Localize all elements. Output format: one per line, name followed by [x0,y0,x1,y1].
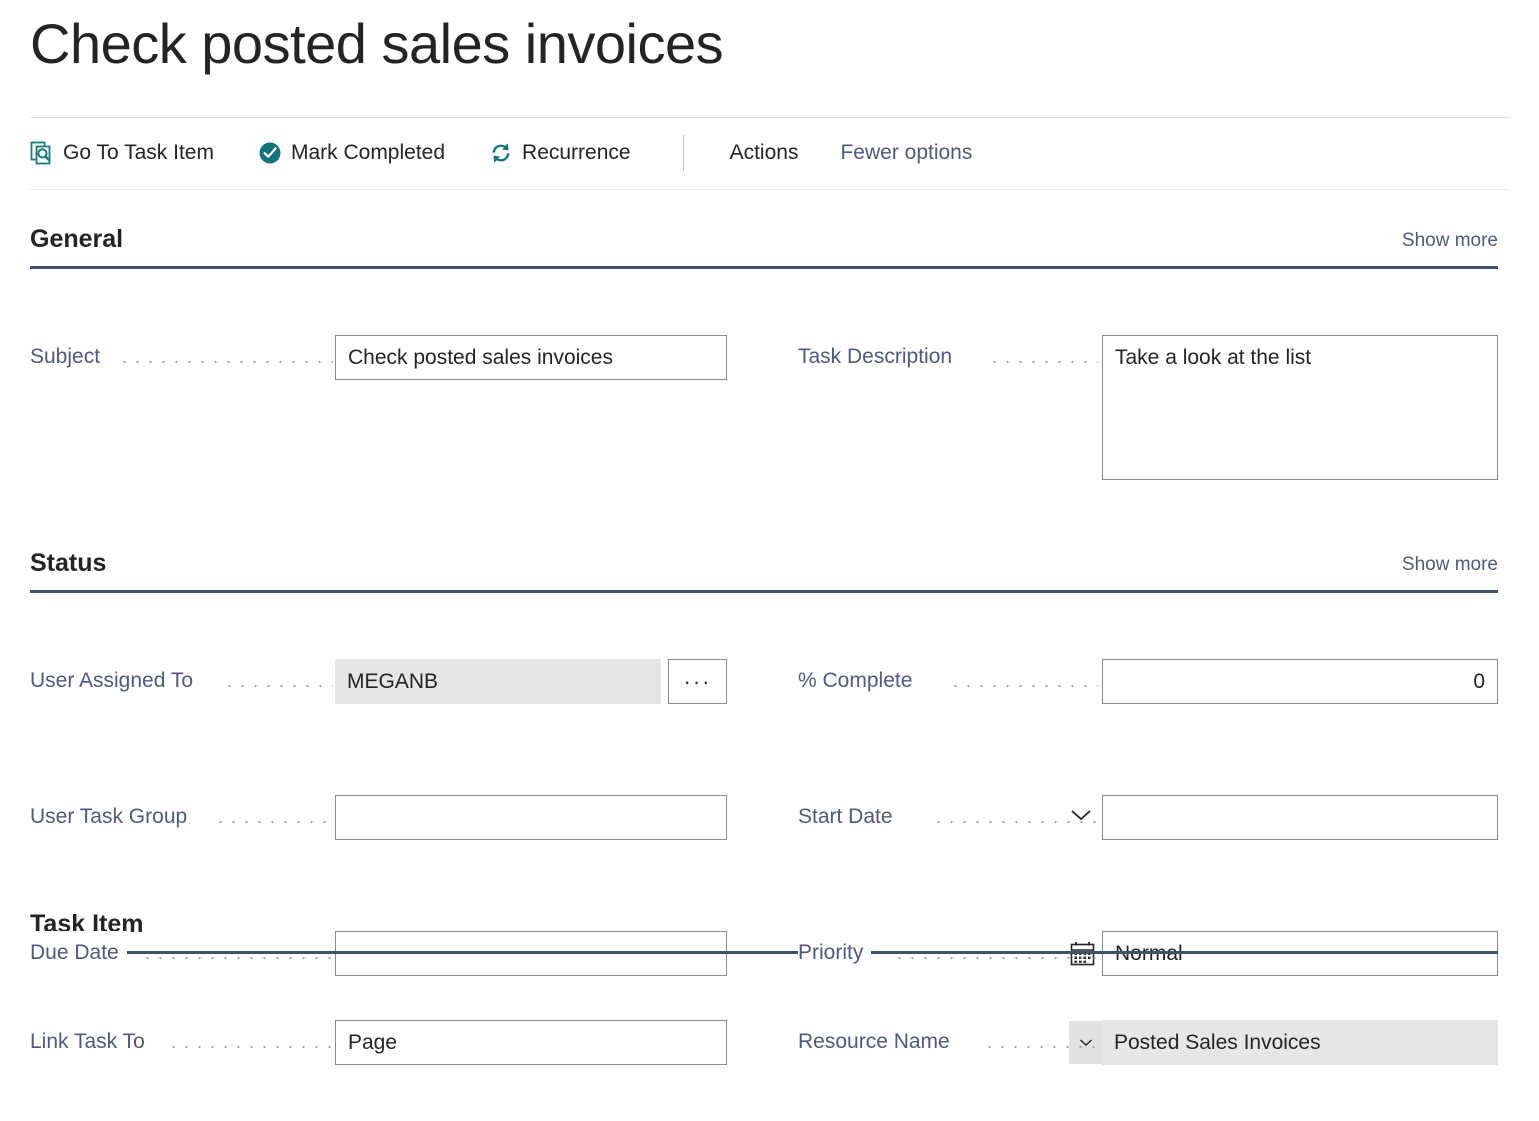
user-assigned-to-leader [223,685,333,687]
recurrence-icon [489,141,513,165]
page-title: Check posted sales invoices [30,8,723,80]
status-left-column: User Assigned To MEGANB ··· User Task Gr… [0,598,769,802]
percent-complete-leader [949,685,1098,687]
go-to-task-item-button[interactable]: Go To Task Item [30,137,228,169]
task-description-textarea[interactable]: Take a look at the list [1102,335,1498,480]
user-task-group-leader [214,821,333,823]
mark-completed-button[interactable]: Mark Completed [258,137,459,169]
task-item-section-rule [30,951,1498,954]
status-show-more-link[interactable]: Show more [1402,552,1498,578]
user-task-card-page: Check posted sales invoices Go To Task I… [0,0,1539,1121]
resource-name-label: Resource Name [798,1020,958,1064]
task-item-right-column: Resource Name Posted Sales Invoices [769,959,1539,1027]
start-date-control [1102,795,1539,840]
field-start-date: Start Date [769,795,1539,863]
due-date-leader [141,957,333,959]
field-link-task-to: Link Task To Page [0,1020,769,1088]
field-resource-name: Resource Name Posted Sales Invoices [769,1020,1539,1088]
subject-label: Subject [30,335,108,379]
field-subject: Subject Check posted sales invoices [0,335,769,403]
status-right-column: % Complete 0 Start Date [769,598,1539,802]
general-left-column: Subject Check posted sales invoices [0,274,769,342]
priority-leader [893,957,1098,959]
subject-control: Check posted sales invoices [335,335,727,380]
link-task-to-leader [167,1046,333,1048]
status-section-title: Status [30,546,106,580]
status-fields: User Assigned To MEGANB ··· User Task Gr… [0,598,1539,888]
header-divider [30,117,1510,118]
recurrence-button[interactable]: Recurrence [489,137,645,169]
user-assigned-to-control: MEGANB ··· [335,659,727,704]
mark-completed-label: Mark Completed [291,141,445,165]
recurrence-label: Recurrence [522,141,631,165]
percent-complete-label: % Complete [798,659,920,703]
task-description-control: Take a look at the list [1102,335,1498,480]
toolbar-separator [683,135,684,171]
percent-complete-input[interactable]: 0 [1102,659,1498,704]
percent-complete-control: 0 [1102,659,1498,704]
priority-label: Priority [798,931,871,975]
subject-leader [118,361,333,363]
resource-name-control: Posted Sales Invoices [1102,1020,1498,1065]
field-user-assigned-to: User Assigned To MEGANB ··· [0,659,769,727]
due-date-label: Due Date [30,931,127,975]
task-item-fields: Link Task To Page Page [0,959,1539,1121]
go-to-task-item-label: Go To Task Item [63,141,214,165]
action-toolbar: Go To Task Item Mark Completed Recurrenc… [30,130,984,176]
toolbar-divider [30,189,1510,190]
start-date-input[interactable] [1102,795,1498,840]
field-user-task-group: User Task Group [0,795,769,863]
user-task-group-input[interactable] [335,795,727,840]
field-percent-complete: % Complete 0 [769,659,1539,727]
task-item-section: Task Item Link Task To Page [0,907,1539,1121]
general-fields: Subject Check posted sales invoices Task… [0,274,1539,504]
resource-name-leader [983,1046,1098,1048]
task-item-section-header: Task Item [0,907,1539,959]
user-assigned-to-label: User Assigned To [30,659,201,703]
general-section: General Show more Subject Check posted s… [0,222,1539,504]
general-section-title: General [30,222,123,256]
user-task-group-label: User Task Group [30,795,195,839]
task-item-left-column: Link Task To Page Page [0,959,769,1095]
status-section-rule [30,590,1498,593]
go-to-task-item-icon [30,141,54,165]
task-description-leader [988,361,1098,363]
check-circle-icon [258,141,282,165]
task-description-label: Task Description [798,335,960,379]
fewer-options-toggle[interactable]: Fewer options [828,137,984,169]
link-task-to-label: Link Task To [30,1020,153,1064]
field-task-description: Task Description Take a look at the list [769,335,1539,403]
general-right-column: Task Description Take a look at the list [769,274,1539,342]
user-assigned-to-assist-button[interactable]: ··· [668,659,727,704]
status-section: Status Show more User Assigned To MEGANB… [0,546,1539,888]
general-show-more-link[interactable]: Show more [1402,228,1498,254]
general-section-header: General Show more [0,222,1539,274]
resource-name-input: Posted Sales Invoices [1102,1020,1498,1065]
general-section-rule [30,266,1498,269]
status-section-header: Status Show more [0,546,1539,598]
link-task-to-select[interactable]: Page [335,1020,727,1065]
actions-menu[interactable]: Actions [718,137,811,169]
subject-input[interactable]: Check posted sales invoices [335,335,727,380]
start-date-label: Start Date [798,795,901,839]
start-date-leader [932,821,1098,823]
user-assigned-to-input[interactable]: MEGANB [335,659,661,704]
